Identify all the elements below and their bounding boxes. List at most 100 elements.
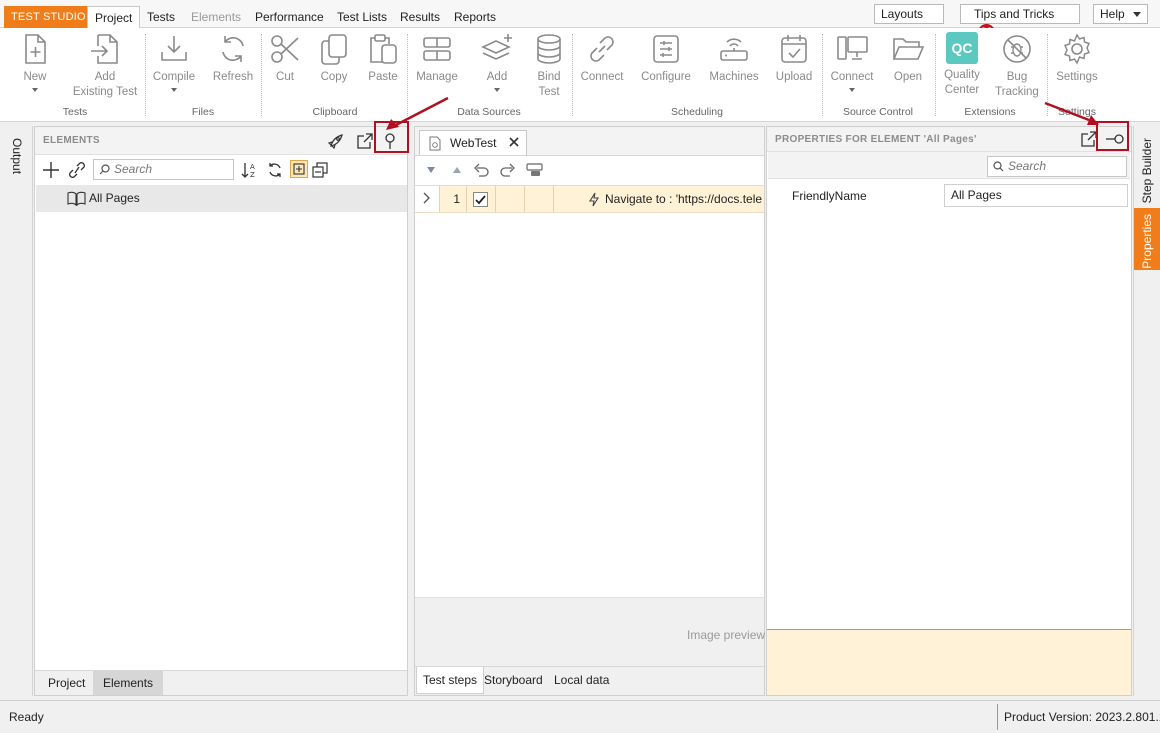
machines-button[interactable]: Machines — [706, 32, 762, 85]
tips-and-tricks-button[interactable]: Tips and Tricks20 — [960, 4, 1080, 42]
manage-button[interactable]: Manage — [414, 32, 460, 85]
step-option-cell[interactable] — [525, 186, 554, 212]
close-icon[interactable] — [508, 136, 520, 148]
status-separator — [997, 704, 998, 730]
property-value-input[interactable]: All Pages — [944, 184, 1128, 207]
database-icon — [532, 32, 566, 66]
popout-icon[interactable] — [356, 132, 374, 150]
output-tab[interactable]: Output — [10, 138, 24, 174]
menu-bar: TEST STUDIO Project Tests Elements Perfo… — [0, 0, 1160, 42]
tree-item-all-pages[interactable]: All Pages — [36, 185, 407, 212]
step-number: 1 — [440, 186, 467, 212]
elements-search-input[interactable]: Search — [93, 159, 234, 180]
link-icon[interactable] — [67, 161, 87, 179]
step-flag-cell[interactable] — [496, 186, 525, 212]
tab-project[interactable]: Project — [87, 6, 141, 29]
add-layers-icon — [480, 32, 514, 66]
cut-button[interactable]: Cut — [267, 32, 303, 85]
tab-step-builder[interactable]: Step Builder — [1134, 132, 1160, 204]
connect-label: Connect — [580, 71, 624, 83]
properties-pane-header: PROPERTIES FOR ELEMENT 'All Pages' — [767, 127, 1131, 152]
bug-tracking-button[interactable]: Bug Tracking — [994, 32, 1040, 100]
arrow-to-pin-icon — [386, 96, 449, 130]
gear-icon — [1060, 32, 1094, 66]
chevron-down-icon — [32, 88, 38, 92]
move-up-icon[interactable] — [452, 166, 462, 174]
group-files-label: Files — [191, 106, 215, 118]
router-icon — [717, 32, 751, 66]
tab-test-lists[interactable]: Test Lists — [330, 6, 394, 28]
settings-label: Settings — [1056, 71, 1098, 83]
chevron-down-icon — [171, 88, 177, 92]
calendar-check-icon — [777, 32, 811, 66]
bug-tracking-label-2: Tracking — [995, 86, 1039, 98]
redo-icon[interactable] — [500, 162, 516, 178]
computer-icon — [835, 32, 869, 66]
add-existing-test-button[interactable]: Add Existing Test — [70, 32, 140, 100]
configure-button[interactable]: Configure — [638, 32, 694, 85]
property-name: FriendlyName — [792, 189, 867, 203]
tab-local-data[interactable]: Local data — [554, 667, 609, 694]
refresh-icon — [216, 32, 250, 66]
sliders-icon — [649, 32, 683, 66]
group-separator — [145, 34, 146, 116]
tab-test-steps[interactable]: Test steps — [416, 667, 485, 694]
compile-button[interactable]: Compile — [152, 32, 196, 92]
output-rail: Output — [0, 126, 33, 696]
tab-reports[interactable]: Reports — [447, 6, 503, 28]
compile-label: Compile — [152, 71, 196, 83]
new-label: New — [23, 71, 47, 83]
upload-button[interactable]: Upload — [772, 32, 816, 85]
tab-storyboard[interactable]: Storyboard — [484, 667, 543, 694]
add-data-source-button[interactable]: Add — [478, 32, 516, 92]
properties-label: Properties — [1140, 214, 1154, 269]
step-options-icon[interactable] — [526, 163, 544, 177]
open-button[interactable]: Open — [888, 32, 928, 85]
source-control-connect-button[interactable]: Connect — [828, 32, 876, 92]
elements-pane-title: ELEMENTS — [43, 135, 100, 146]
step-expander[interactable] — [415, 186, 440, 212]
settings-button[interactable]: Settings — [1053, 32, 1101, 85]
checkbox-check-icon — [473, 192, 488, 207]
properties-pane: PROPERTIES FOR ELEMENT 'All Pages' Searc… — [766, 126, 1132, 696]
qc-badge-text: QC — [951, 40, 973, 56]
copy-button[interactable]: Copy — [316, 32, 352, 85]
bind-test-button[interactable]: Bind Test — [530, 32, 568, 100]
help-dropdown[interactable]: Help — [1093, 4, 1148, 24]
chevron-down-icon — [1132, 12, 1141, 18]
add-icon[interactable] — [42, 161, 60, 179]
sort-az-icon[interactable]: AZ — [240, 161, 260, 179]
search-placeholder: Search — [114, 162, 153, 176]
group-data-sources-label: Data Sources — [457, 106, 521, 118]
new-file-icon — [18, 32, 52, 66]
group-source-control-label: Source Control — [842, 106, 914, 118]
rocket-icon[interactable] — [327, 132, 345, 150]
tab-performance[interactable]: Performance — [248, 6, 331, 28]
group-extensions-label: Extensions — [964, 106, 1016, 118]
configure-label: Configure — [641, 71, 691, 83]
properties-search-input[interactable]: Search — [987, 156, 1127, 177]
paste-button[interactable]: Paste — [365, 32, 401, 85]
expand-all-icon[interactable] — [290, 160, 308, 178]
quality-center-button[interactable]: QC Quality Center — [940, 32, 984, 98]
connect-scheduling-button[interactable]: Connect — [578, 32, 626, 85]
layouts-dropdown[interactable]: Layouts — [874, 4, 944, 36]
tab-elements[interactable]: Elements — [184, 6, 248, 28]
tab-properties[interactable]: Properties — [1134, 208, 1160, 270]
refresh-button[interactable]: Refresh — [210, 32, 256, 85]
undo-icon[interactable] — [473, 162, 489, 178]
link-icon — [585, 32, 619, 66]
test-step-row[interactable]: 1 Navigate to : 'https://docs.tele — [415, 185, 764, 213]
move-down-icon[interactable] — [426, 166, 436, 174]
refresh-icon[interactable] — [266, 161, 284, 179]
tab-elements-explorer[interactable]: Elements — [93, 671, 164, 695]
status-bar: Ready Product Version: 2023.2.801.1 — [0, 700, 1160, 733]
tab-project-explorer[interactable]: Project — [38, 671, 95, 695]
tab-results[interactable]: Results — [393, 6, 447, 28]
svg-text:A: A — [250, 163, 255, 171]
test-studio-brand[interactable]: TEST STUDIO — [4, 6, 93, 28]
new-button[interactable]: New — [16, 32, 54, 92]
step-enabled-checkbox[interactable] — [467, 186, 496, 212]
tab-tests[interactable]: Tests — [140, 6, 182, 28]
collapse-all-icon[interactable] — [311, 161, 329, 179]
